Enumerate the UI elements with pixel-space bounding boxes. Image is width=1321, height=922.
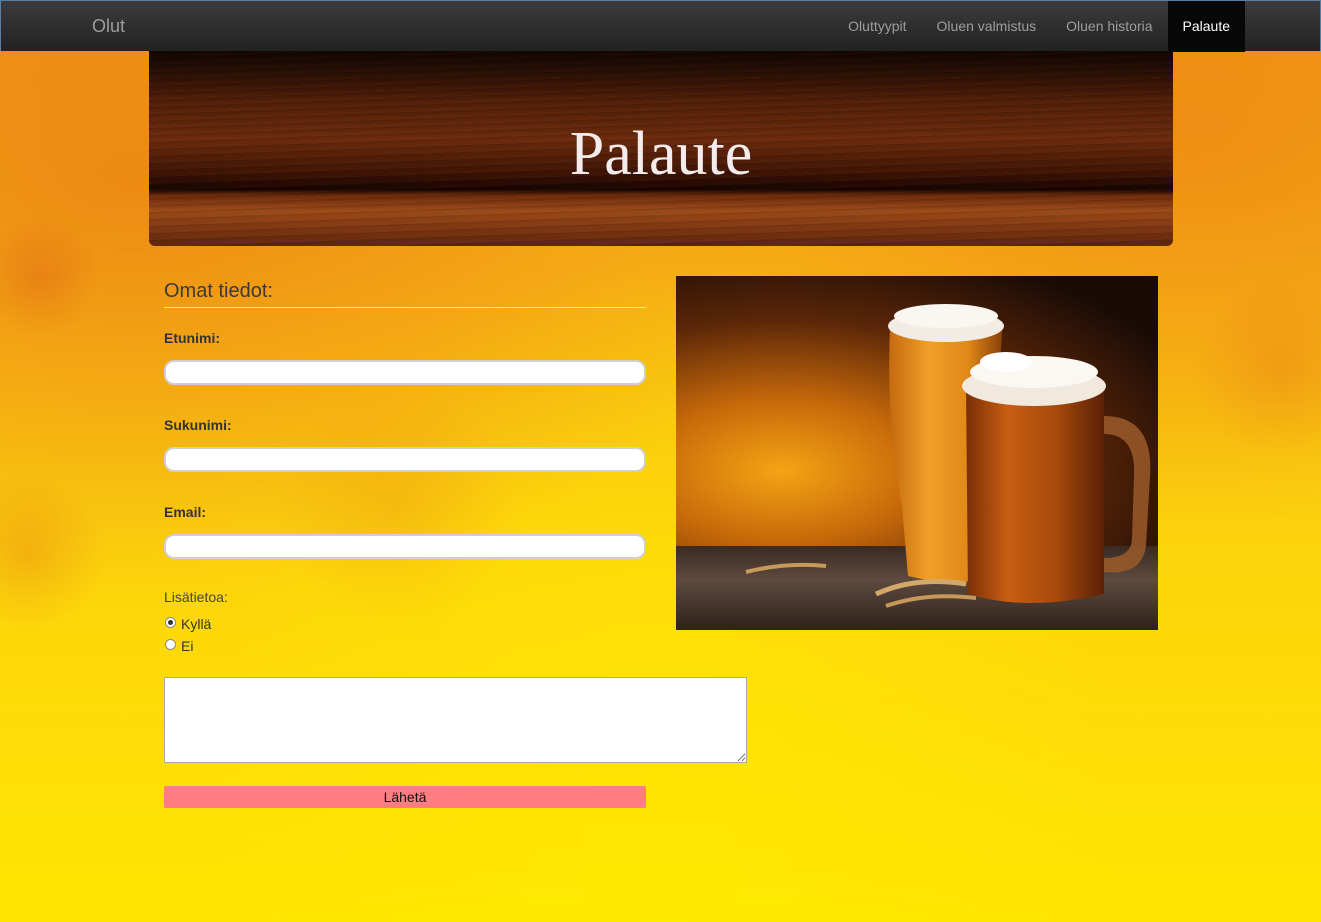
nav-item-oluttyypit[interactable]: Oluttyypit	[833, 1, 921, 52]
radio-no-label: Ei	[181, 638, 194, 654]
last-name-field[interactable]	[164, 447, 646, 472]
brand-link[interactable]: Olut	[92, 16, 125, 37]
email-label: Email:	[164, 504, 207, 520]
nav-menu: Oluttyypit Oluen valmistus Oluen histori…	[833, 1, 1245, 52]
first-name-field[interactable]	[164, 360, 646, 385]
radio-no-button[interactable]	[165, 638, 176, 650]
page-title: Palaute	[569, 120, 753, 188]
feedback-form: Omat tiedot: Etunimi: Sukunimi: Email: L…	[164, 276, 747, 808]
first-name-label: Etunimi:	[164, 330, 220, 346]
section-heading: Omat tiedot:	[164, 276, 646, 308]
last-name-label: Sukunimi:	[164, 417, 232, 433]
beer-photo	[676, 276, 1158, 630]
radio-yes-label: Kyllä	[181, 616, 212, 632]
radio-option-yes[interactable]: Kyllä	[164, 613, 747, 635]
nav-item-oluen-valmistus[interactable]: Oluen valmistus	[922, 1, 1052, 52]
radio-yes-button[interactable]	[165, 616, 176, 628]
nav-item-oluen-historia[interactable]: Oluen historia	[1051, 1, 1167, 52]
submit-button[interactable]: Lähetä	[164, 786, 646, 808]
beer-mugs-illustration	[745, 304, 1151, 608]
top-navbar: Olut Oluttyypit Oluen valmistus Oluen hi…	[0, 0, 1321, 52]
radio-option-no[interactable]: Ei	[164, 635, 747, 657]
hero-banner: Palaute	[149, 51, 1173, 246]
extra-info-label: Lisätietoa:	[164, 589, 228, 605]
message-textarea[interactable]	[164, 677, 747, 763]
nav-item-palaute[interactable]: Palaute	[1167, 1, 1245, 52]
email-field[interactable]	[164, 534, 646, 559]
